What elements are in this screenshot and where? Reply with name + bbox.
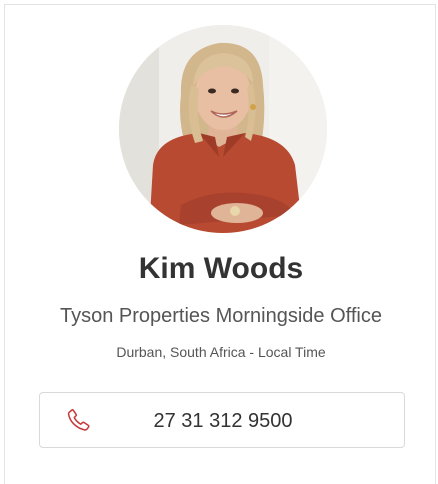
call-button[interactable]: 27 31 312 9500 bbox=[39, 392, 405, 448]
phone-number: 27 31 312 9500 bbox=[153, 410, 293, 432]
agent-name: Kim Woods bbox=[138, 252, 304, 285]
agent-location: Durban, South Africa - Local Time bbox=[116, 344, 326, 360]
agent-office: Tyson Properties Morningside Office bbox=[59, 305, 382, 327]
agent-avatar bbox=[119, 25, 327, 233]
agent-card: Kim Woods Tyson Properties Morningside O… bbox=[4, 4, 436, 484]
